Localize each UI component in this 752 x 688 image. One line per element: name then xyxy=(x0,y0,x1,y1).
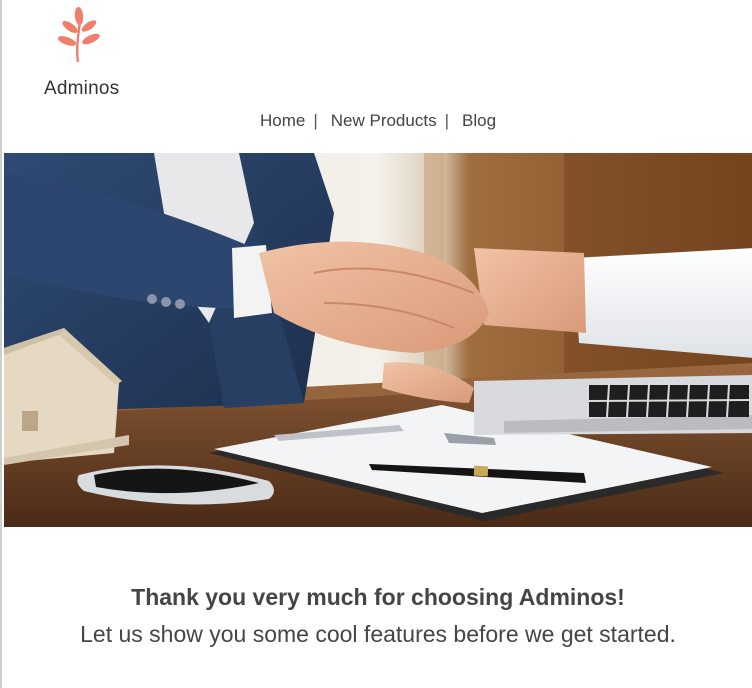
intro-subline: Let us show you some cool features befor… xyxy=(80,621,676,647)
nav-link-home[interactable]: Home xyxy=(260,111,305,130)
nav-separator: | xyxy=(444,111,449,130)
brand-name: Adminos xyxy=(44,78,120,99)
email-page: Adminos Home | New Products | Blog Thank… xyxy=(0,0,752,688)
leaf-branch-icon xyxy=(54,6,104,64)
hero-image xyxy=(4,153,752,527)
nav-link-new-products[interactable]: New Products xyxy=(331,111,437,130)
top-nav: Home | New Products | Blog xyxy=(2,111,752,131)
nav-separator: | xyxy=(313,111,318,130)
nav-link-blog[interactable]: Blog xyxy=(462,111,496,130)
thank-you-headline: Thank you very much for choosing Adminos… xyxy=(131,584,625,610)
